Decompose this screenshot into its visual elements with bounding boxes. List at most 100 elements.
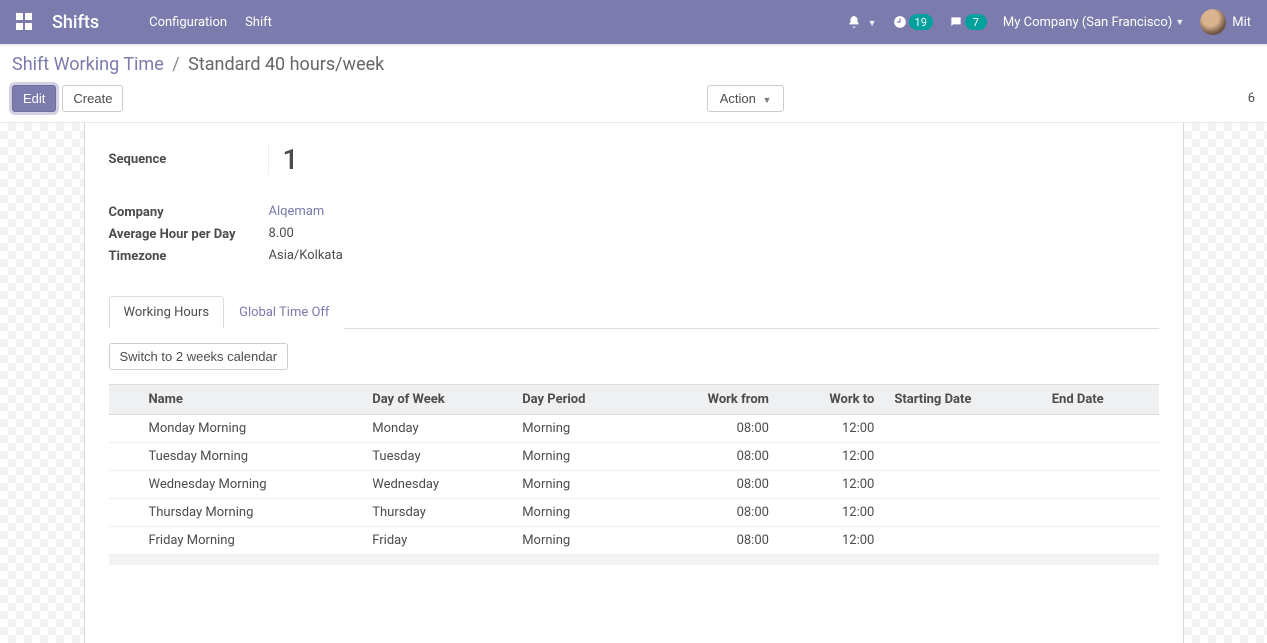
apps-icon[interactable] [16,13,34,31]
drag-handle[interactable] [109,526,139,554]
toolbar: Edit Create Action ▼ 6 [12,85,1255,112]
brand[interactable]: Shifts [52,12,99,33]
cell-dow: Wednesday [362,470,512,498]
cell-start [884,470,1041,498]
tabs: Working Hours Global Time Off [109,295,1159,329]
action-label: Action [720,91,756,106]
col-dow[interactable]: Day of Week [362,384,512,414]
drag-handle[interactable] [109,414,139,442]
cell-period: Morning [512,414,647,442]
col-from[interactable]: Work from [647,384,779,414]
create-button[interactable]: Create [62,85,123,112]
working-hours-table: Name Day of Week Day Period Work from Wo… [109,384,1159,555]
col-start[interactable]: Starting Date [884,384,1041,414]
breadcrumb-current: Standard 40 hours/week [188,54,384,75]
user-menu[interactable]: Mit [1200,9,1251,35]
sequence-label: Sequence [109,144,269,175]
edit-button[interactable]: Edit [12,85,56,112]
cell-start [884,414,1041,442]
form-sheet: Sequence 1 Company Alqemam Average Hour … [84,123,1184,643]
cell-name: Wednesday Morning [139,470,363,498]
cell-end [1042,470,1159,498]
cell-to: 12:00 [779,526,884,554]
cell-to: 12:00 [779,498,884,526]
drag-handle[interactable] [109,470,139,498]
cell-start [884,442,1041,470]
avg-hour-value: 8.00 [269,226,294,244]
cell-dow: Monday [362,414,512,442]
control-panel: Shift Working Time / Standard 40 hours/w… [0,46,1267,123]
cell-name: Tuesday Morning [139,442,363,470]
cell-name: Monday Morning [139,414,363,442]
cell-name: Thursday Morning [139,498,363,526]
sequence-value: 1 [269,143,299,176]
notifications-icon[interactable]: ▼ [847,15,876,30]
chevron-down-icon: ▼ [1175,17,1184,28]
table-row[interactable]: Wednesday MorningWednesdayMorning08:0012… [109,470,1159,498]
activity-count: 19 [909,14,933,30]
table-row[interactable]: Friday MorningFridayMorning08:0012:00 [109,526,1159,554]
cell-start [884,526,1041,554]
cell-to: 12:00 [779,414,884,442]
table-row[interactable]: Thursday MorningThursdayMorning08:0012:0… [109,498,1159,526]
drag-handle[interactable] [109,498,139,526]
company-field-value[interactable]: Alqemam [269,204,325,222]
cell-period: Morning [512,470,647,498]
cell-dow: Tuesday [362,442,512,470]
avatar [1200,9,1226,35]
breadcrumb-sep: / [172,54,179,75]
username: Mit [1232,15,1251,30]
pager[interactable]: 6 [1248,91,1255,106]
timezone-value: Asia/Kolkata [269,248,343,266]
cell-dow: Thursday [362,498,512,526]
cell-to: 12:00 [779,442,884,470]
drag-handle[interactable] [109,442,139,470]
breadcrumb-parent[interactable]: Shift Working Time [12,54,164,75]
cell-dow: Friday [362,526,512,554]
topbar: Shifts Configuration Shift ▼ 19 7 My Com… [0,0,1267,44]
avg-hour-label: Average Hour per Day [109,226,269,244]
col-name[interactable]: Name [139,384,363,414]
table-row[interactable]: Monday MorningMondayMorning08:0012:00 [109,414,1159,442]
action-dropdown[interactable]: Action ▼ [707,85,785,112]
switch-weeks-button[interactable]: Switch to 2 weeks calendar [109,343,289,370]
messaging-badge[interactable]: 7 [949,14,987,30]
sheet-background: Sequence 1 Company Alqemam Average Hour … [0,123,1267,643]
cell-from: 08:00 [647,526,779,554]
chevron-down-icon: ▼ [868,19,877,29]
cell-end [1042,526,1159,554]
nav-links: Configuration Shift [149,15,272,30]
chevron-down-icon: ▼ [762,95,771,105]
cell-from: 08:00 [647,470,779,498]
timezone-label: Timezone [109,248,269,266]
messaging-count: 7 [965,14,987,30]
cell-end [1042,442,1159,470]
col-end[interactable]: End Date [1042,384,1159,414]
nav-link-shift[interactable]: Shift [245,15,272,30]
col-period[interactable]: Day Period [512,384,647,414]
table-row[interactable]: Tuesday MorningTuesdayMorning08:0012:00 [109,442,1159,470]
cell-to: 12:00 [779,470,884,498]
cell-period: Morning [512,498,647,526]
cell-period: Morning [512,442,647,470]
cell-from: 08:00 [647,498,779,526]
col-to[interactable]: Work to [779,384,884,414]
cell-from: 08:00 [647,442,779,470]
cell-name: Friday Morning [139,526,363,554]
company-field-label: Company [109,204,269,222]
company-switcher[interactable]: My Company (San Francisco) ▼ [1003,15,1184,30]
breadcrumb: Shift Working Time / Standard 40 hours/w… [12,54,1255,75]
cell-start [884,498,1041,526]
nav-link-configuration[interactable]: Configuration [149,15,227,30]
col-handle [109,384,139,414]
company-label: My Company (San Francisco) [1003,15,1172,30]
cell-end [1042,498,1159,526]
cell-end [1042,414,1159,442]
cell-from: 08:00 [647,414,779,442]
tab-pane-working-hours: Switch to 2 weeks calendar Name Day of W… [109,329,1159,565]
tab-working-hours[interactable]: Working Hours [109,296,225,329]
table-footer [109,555,1159,565]
tab-global-time-off[interactable]: Global Time Off [224,296,344,329]
cell-period: Morning [512,526,647,554]
activity-badge[interactable]: 19 [893,14,933,30]
